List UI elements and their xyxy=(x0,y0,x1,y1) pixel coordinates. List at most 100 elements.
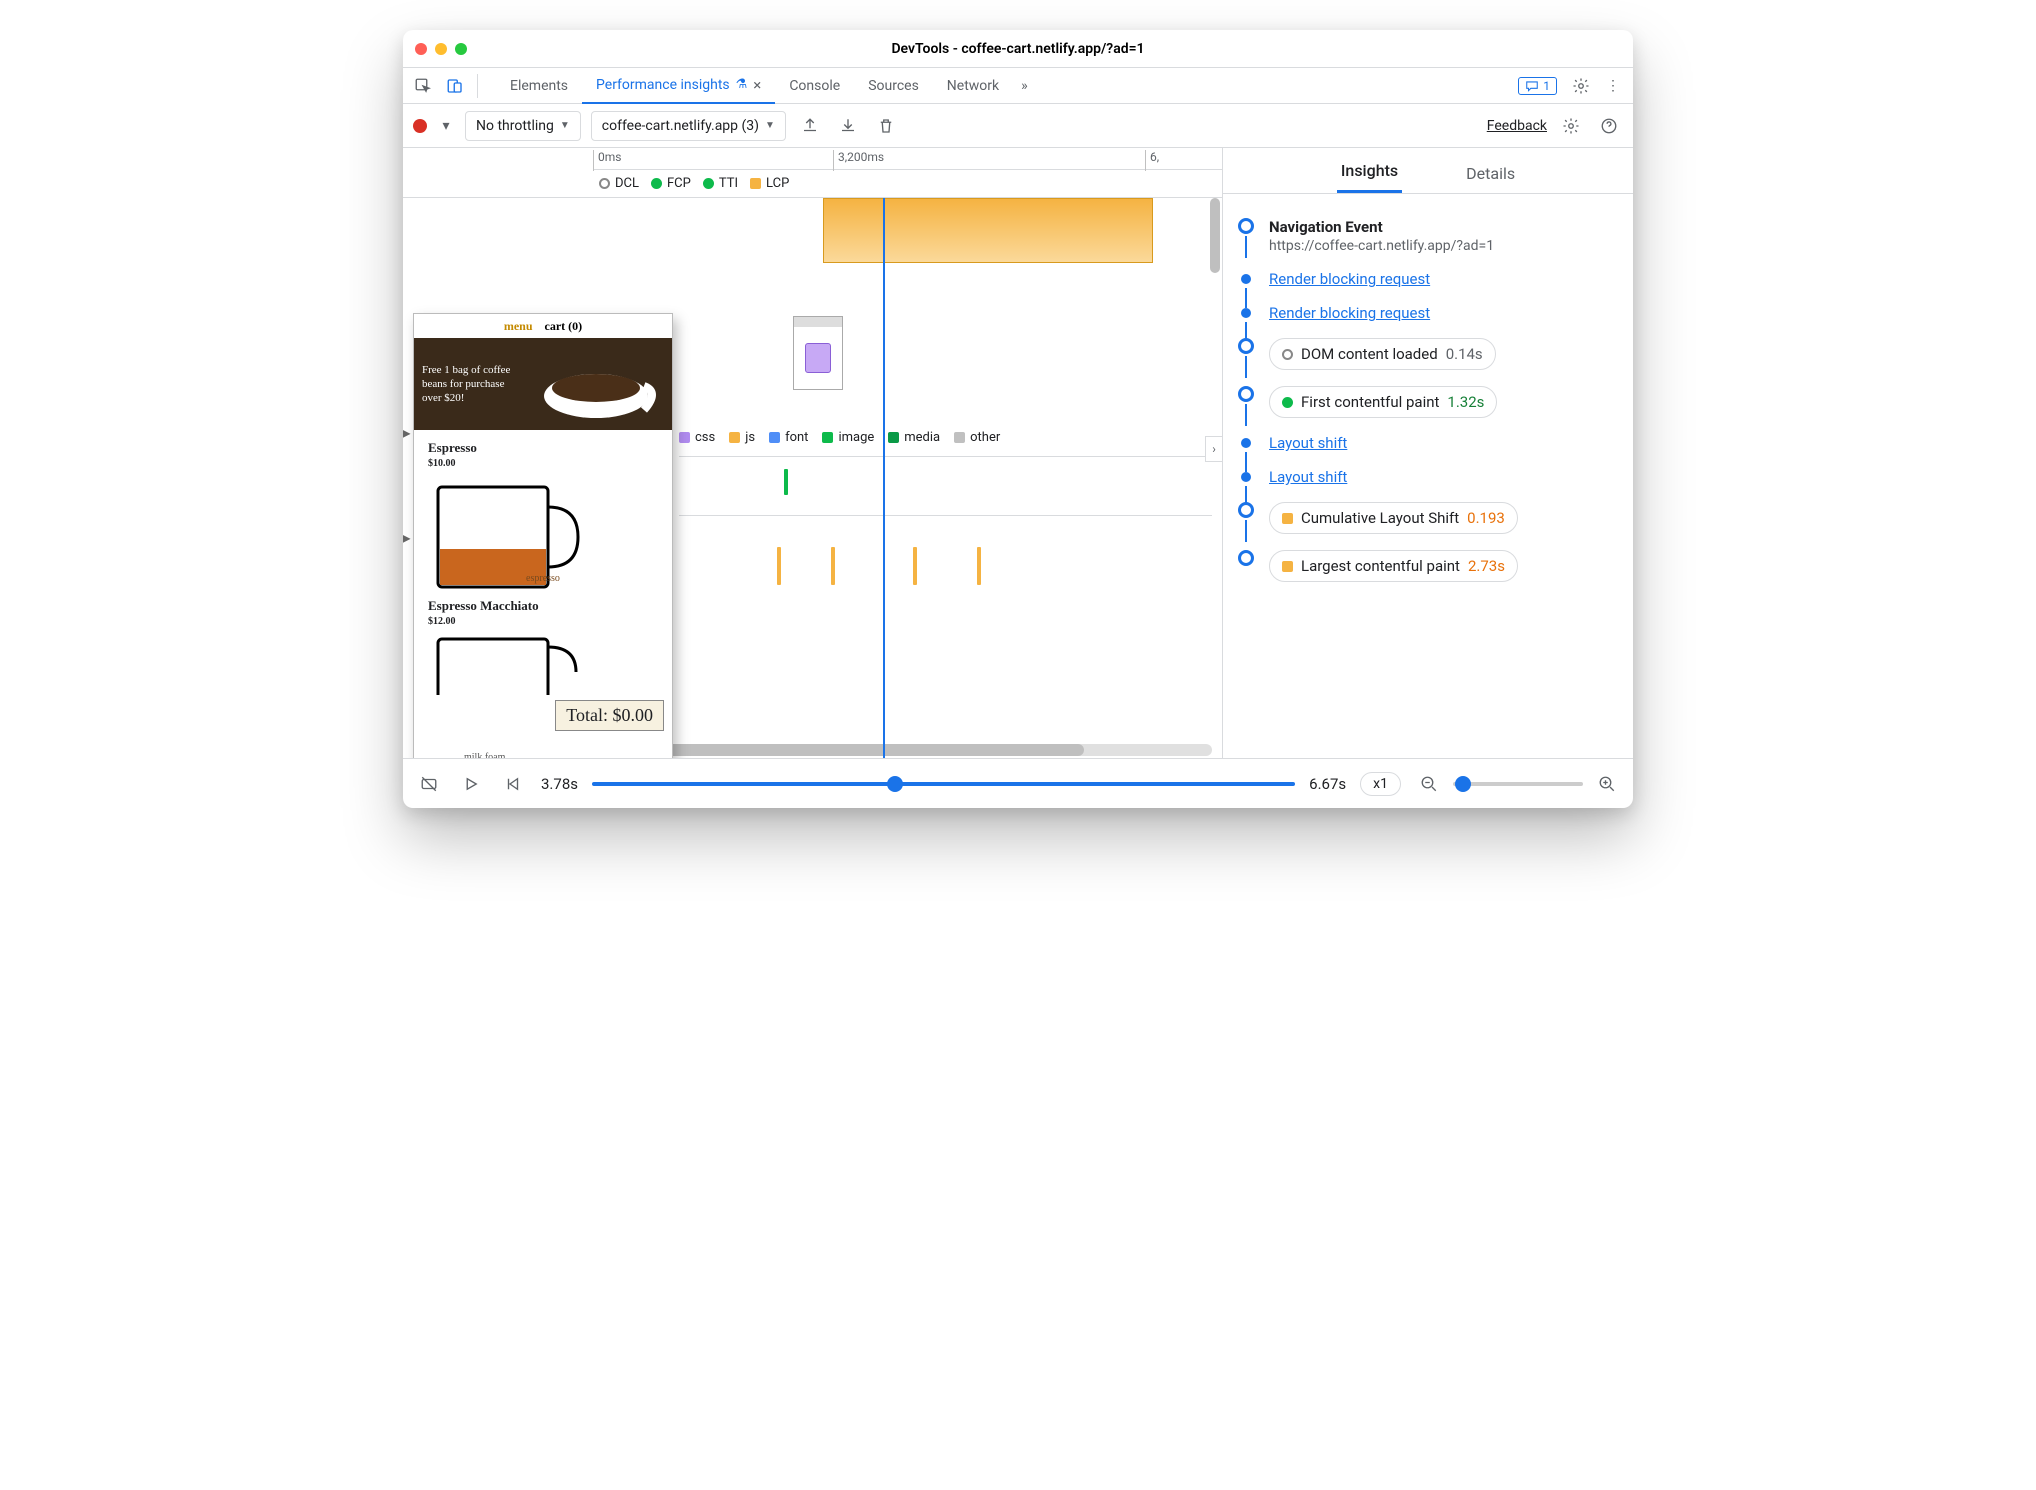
legend-css[interactable]: css xyxy=(679,430,715,445)
screenshot-preview: menu cart (0) Free 1 bag of coffee beans… xyxy=(413,313,673,758)
delete-icon[interactable] xyxy=(872,112,900,140)
main-content: 0ms 3,200ms 6, DCL FCP TTI LCP ▶ ▶ xyxy=(403,148,1633,758)
tab-details[interactable]: Details xyxy=(1462,164,1519,193)
tab-sources[interactable]: Sources xyxy=(854,68,933,104)
waterfall[interactable] xyxy=(679,456,1212,758)
collapse-right-pane-icon[interactable]: › xyxy=(1205,436,1222,462)
more-tabs-button[interactable]: » xyxy=(1013,68,1036,104)
play-button[interactable] xyxy=(457,770,485,798)
throttling-select[interactable]: No throttling ▼ xyxy=(465,111,581,141)
event-render-blocking[interactable]: Render blocking request xyxy=(1237,296,1619,330)
wf-bar[interactable] xyxy=(977,547,981,585)
page-select[interactable]: coffee-cart.netlify.app (3) ▼ xyxy=(591,111,786,141)
product-name: Espresso Macchiato xyxy=(428,598,658,614)
page-select-label: coffee-cart.netlify.app (3) xyxy=(602,118,759,134)
marker-tti[interactable]: TTI xyxy=(703,176,738,191)
render-blocking-link[interactable]: Render blocking request xyxy=(1269,270,1430,288)
issues-badge[interactable]: 1 xyxy=(1518,77,1557,95)
preview-product: Espresso Macchiato $12.00 xyxy=(414,594,672,705)
insights-sidebar: Insights Details Navigation Event https:… xyxy=(1223,148,1633,758)
event-fcp[interactable]: First contentful paint 1.32s xyxy=(1237,378,1619,426)
step-back-icon[interactable] xyxy=(499,770,527,798)
tab-performance-insights[interactable]: Performance insights ⚗ × xyxy=(582,68,775,104)
event-lcp[interactable]: Largest contentful paint 2.73s xyxy=(1237,542,1619,590)
promo-text: Free 1 bag of coffee beans for purchase … xyxy=(422,363,522,406)
playhead[interactable] xyxy=(883,198,885,758)
inspect-element-icon[interactable] xyxy=(409,72,437,100)
wf-bar[interactable] xyxy=(784,469,788,495)
zoom-in-icon[interactable] xyxy=(1593,770,1621,798)
preview-product: Espresso $10.00 espresso xyxy=(414,430,672,594)
playback-speed-button[interactable]: x1 xyxy=(1360,772,1401,796)
tab-divider xyxy=(477,74,478,98)
timeline-body[interactable]: ▶ ▶ css js font image media other xyxy=(403,198,1222,758)
lcp-marker-icon xyxy=(1282,561,1293,572)
expand-row-icon[interactable]: ▶ xyxy=(403,528,413,548)
record-button[interactable] xyxy=(413,119,427,133)
layout-shift-link[interactable]: Layout shift xyxy=(1269,468,1347,486)
zoom-out-icon[interactable] xyxy=(1415,770,1443,798)
product-price: $10.00 xyxy=(428,458,658,469)
timeline-ruler[interactable]: 0ms 3,200ms 6, xyxy=(593,148,1222,170)
milestone-markers: DCL FCP TTI LCP xyxy=(403,170,1222,198)
activity-block[interactable] xyxy=(823,198,1153,263)
zoom-controls xyxy=(1415,770,1621,798)
filmstrip-thumbnail[interactable] xyxy=(793,316,843,390)
timeline-slider[interactable] xyxy=(592,782,1295,786)
issues-count: 1 xyxy=(1543,79,1550,93)
wf-bar[interactable] xyxy=(831,547,835,585)
disable-screenshot-icon[interactable] xyxy=(415,770,443,798)
legend-image[interactable]: image xyxy=(822,430,874,445)
expand-row-icon[interactable]: ▶ xyxy=(403,423,413,443)
legend-media[interactable]: media xyxy=(888,430,940,445)
record-menu-caret[interactable]: ▾ xyxy=(437,112,455,140)
legend-font[interactable]: font xyxy=(769,430,808,445)
event-title: Navigation Event xyxy=(1269,218,1619,236)
render-blocking-link[interactable]: Render blocking request xyxy=(1269,304,1430,322)
tab-console[interactable]: Console xyxy=(775,68,854,104)
event-layout-shift[interactable]: Layout shift xyxy=(1237,426,1619,460)
marker-lcp[interactable]: LCP xyxy=(750,176,789,191)
device-toggle-icon[interactable] xyxy=(441,72,469,100)
legend-other[interactable]: other xyxy=(954,430,1000,445)
tab-network[interactable]: Network xyxy=(933,68,1013,104)
more-menu-icon[interactable]: ⋮ xyxy=(1599,72,1627,100)
ruler-tick: 3,200ms xyxy=(833,150,884,171)
panel-settings-icon[interactable] xyxy=(1557,112,1585,140)
resource-legend: css js font image media other xyxy=(679,423,1212,451)
legend-js[interactable]: js xyxy=(729,430,755,445)
zoom-slider[interactable] xyxy=(1453,782,1583,786)
maximize-window-button[interactable] xyxy=(455,43,467,55)
preview-cart-link: cart (0) xyxy=(545,319,583,334)
event-render-blocking[interactable]: Render blocking request xyxy=(1237,262,1619,296)
end-time-label: 6.67s xyxy=(1309,775,1346,793)
minimize-window-button[interactable] xyxy=(435,43,447,55)
wf-bar[interactable] xyxy=(777,547,781,585)
close-tab-icon[interactable]: × xyxy=(753,76,761,94)
close-window-button[interactable] xyxy=(415,43,427,55)
help-icon[interactable] xyxy=(1595,112,1623,140)
import-icon[interactable] xyxy=(834,112,862,140)
marker-fcp[interactable]: FCP xyxy=(651,176,691,191)
layout-shift-link[interactable]: Layout shift xyxy=(1269,434,1347,452)
feedback-link[interactable]: Feedback xyxy=(1487,118,1547,134)
settings-icon[interactable] xyxy=(1567,72,1595,100)
product-name: Espresso xyxy=(428,440,658,456)
chevron-down-icon: ▼ xyxy=(560,120,570,131)
event-navigation[interactable]: Navigation Event https://coffee-cart.net… xyxy=(1237,210,1619,262)
insights-list[interactable]: Navigation Event https://coffee-cart.net… xyxy=(1223,194,1633,758)
ruler-tick: 0ms xyxy=(593,150,621,171)
window-controls xyxy=(415,43,467,55)
milkfoam-label: milk foam xyxy=(464,752,505,758)
playback-footer: 3.78s 6.67s x1 xyxy=(403,758,1633,808)
event-layout-shift[interactable]: Layout shift xyxy=(1237,460,1619,494)
chevron-down-icon: ▼ xyxy=(765,120,775,131)
mug-icon xyxy=(428,635,588,695)
export-icon[interactable] xyxy=(796,112,824,140)
tab-insights[interactable]: Insights xyxy=(1337,161,1402,193)
wf-bar[interactable] xyxy=(913,547,917,585)
event-cls[interactable]: Cumulative Layout Shift 0.193 xyxy=(1237,494,1619,542)
tab-elements[interactable]: Elements xyxy=(496,68,582,104)
marker-dcl[interactable]: DCL xyxy=(599,176,639,191)
event-dcl[interactable]: DOM content loaded 0.14s xyxy=(1237,330,1619,378)
